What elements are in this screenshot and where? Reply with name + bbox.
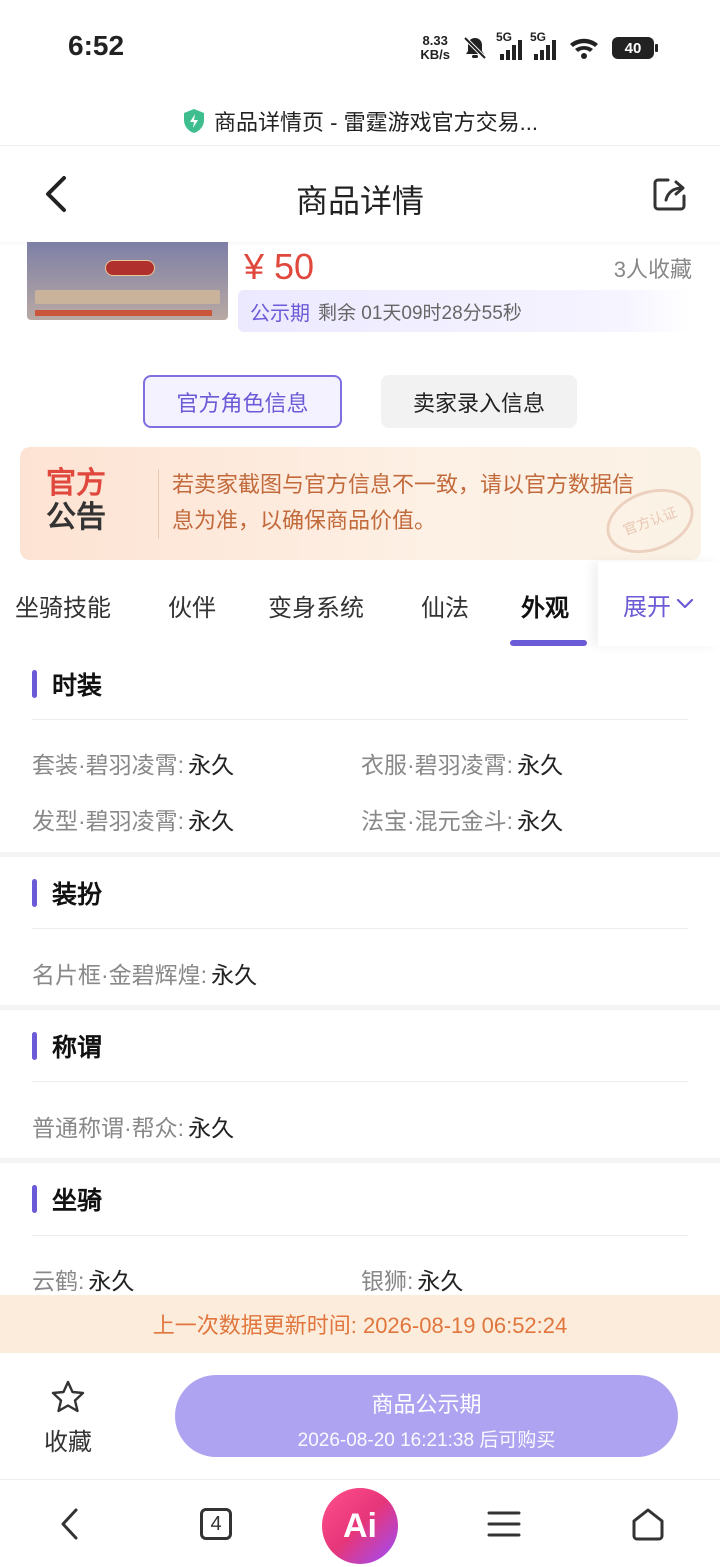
chevron-down-icon — [676, 598, 694, 609]
network-speed: 8.33 KB/s — [420, 33, 450, 62]
section-title-titles: 称谓 — [32, 1028, 102, 1064]
signal-icon: 5G — [496, 30, 522, 60]
tabs-count: 4 — [200, 1508, 232, 1540]
list-item: 银狮: 永久 — [361, 1268, 464, 1294]
menu-icon — [487, 1511, 521, 1537]
section-title-mounts: 坐骑 — [32, 1181, 102, 1217]
buy-button-title: 商品公示期 — [371, 1392, 482, 1417]
active-tab-indicator — [510, 640, 587, 646]
browser-nav-bar: 4 Ai — [0, 1479, 720, 1567]
tab-transformation[interactable]: 变身系统 — [268, 588, 364, 623]
section-title-fashion: 时装 — [32, 666, 102, 702]
list-item: 普通称谓·帮众: 永久 — [32, 1115, 235, 1141]
wifi-icon — [570, 38, 598, 59]
status-icons: 8.33 KB/s 5G 5G 40 — [420, 30, 658, 66]
list-item: 衣服·碧羽凌霄: 永久 — [361, 752, 564, 778]
section-divider — [32, 1235, 688, 1236]
category-tabs: 坐骑技能 伙伴 变身系统 仙法 外观 展开 — [0, 562, 720, 648]
tab-mount-skills[interactable]: 坐骑技能 — [15, 588, 111, 623]
page-title: 商品详情 — [295, 183, 424, 219]
thumbnail-badge — [105, 260, 155, 276]
browser-url-bar[interactable]: 商品详情页 - 雷霆游戏官方交易... — [0, 96, 720, 146]
seller-info-tab[interactable]: 卖家录入信息 — [381, 375, 577, 428]
expand-label: 展开 — [623, 593, 671, 621]
section-divider — [32, 719, 688, 720]
thumbnail-bar — [35, 310, 212, 316]
favorite-label: 收藏 — [44, 1429, 92, 1456]
announcement-badge: 官方 公告 — [46, 467, 106, 534]
list-item: 发型·碧羽凌霄: 永久 — [32, 808, 235, 834]
signal-icon: 5G — [530, 30, 556, 60]
browser-back-button[interactable] — [46, 1500, 94, 1548]
favorites-count: 3人收藏 — [613, 257, 692, 282]
official-announcement: 官方 公告 若卖家截图与官方信息不一致，请以官方数据信息为准，以确保商品价值。 … — [20, 447, 701, 560]
announcement-divider — [158, 469, 159, 539]
tabs-button[interactable]: 4 — [192, 1500, 240, 1548]
home-button[interactable] — [624, 1500, 672, 1548]
shield-icon — [184, 108, 205, 133]
page-url-title: 商品详情页 - 雷霆游戏官方交易... — [214, 109, 538, 135]
product-thumbnail[interactable] — [27, 242, 228, 320]
section-separator — [0, 1005, 720, 1010]
tab-appearance[interactable]: 外观 — [521, 588, 569, 623]
home-icon — [632, 1508, 664, 1541]
status-bar: 6:52 8.33 KB/s 5G 5G 40 — [0, 0, 720, 96]
ai-assistant-button[interactable]: Ai — [322, 1488, 398, 1564]
list-item: 法宝·混元金斗: 永久 — [361, 808, 564, 834]
data-update-time: 上一次数据更新时间: 2026-08-19 06:52:24 — [0, 1295, 720, 1353]
section-title-dressup: 装扮 — [32, 875, 102, 911]
favorite-button[interactable]: 收藏 — [40, 1379, 96, 1457]
star-icon — [51, 1380, 85, 1413]
list-item: 名片框·金碧辉煌: 永久 — [32, 962, 258, 988]
official-info-tab[interactable]: 官方角色信息 — [143, 375, 342, 428]
back-icon — [61, 1508, 78, 1540]
share-icon[interactable] — [650, 174, 690, 214]
list-item: 套装·碧羽凌霄: 永久 — [32, 752, 235, 778]
section-divider — [32, 1081, 688, 1082]
status-time: 6:52 — [68, 30, 125, 61]
menu-button[interactable] — [480, 1500, 528, 1548]
notice-period-countdown: 剩余 01天09时28分55秒 — [318, 302, 522, 324]
battery-icon: 40 — [612, 37, 658, 59]
section-separator — [0, 1158, 720, 1163]
notice-period-label: 公示期 — [250, 302, 310, 325]
notice-period-banner: 公示期 剩余 01天09时28分55秒 — [238, 290, 692, 332]
expand-tabs-button[interactable]: 展开 — [598, 562, 720, 646]
tab-partners[interactable]: 伙伴 — [168, 588, 216, 623]
buy-button-subtitle: 2026-08-20 16:21:38 后可购买 — [297, 1430, 556, 1451]
product-price: ¥ 50 — [244, 246, 315, 287]
buy-button[interactable]: 商品公示期 2026-08-20 16:21:38 后可购买 — [175, 1375, 678, 1457]
thumbnail-tab-strip — [35, 290, 220, 304]
section-divider — [32, 928, 688, 929]
announcement-text: 若卖家截图与官方信息不一致，请以官方数据信息为准，以确保商品价值。 — [172, 472, 635, 533]
action-bar: 收藏 商品公示期 2026-08-20 16:21:38 后可购买 — [0, 1353, 720, 1479]
page-header: 商品详情 — [0, 146, 720, 242]
tab-spells[interactable]: 仙法 — [421, 588, 469, 623]
section-separator — [0, 852, 720, 857]
list-item: 云鹤: 永久 — [32, 1268, 135, 1294]
bell-muted-icon — [463, 36, 487, 60]
